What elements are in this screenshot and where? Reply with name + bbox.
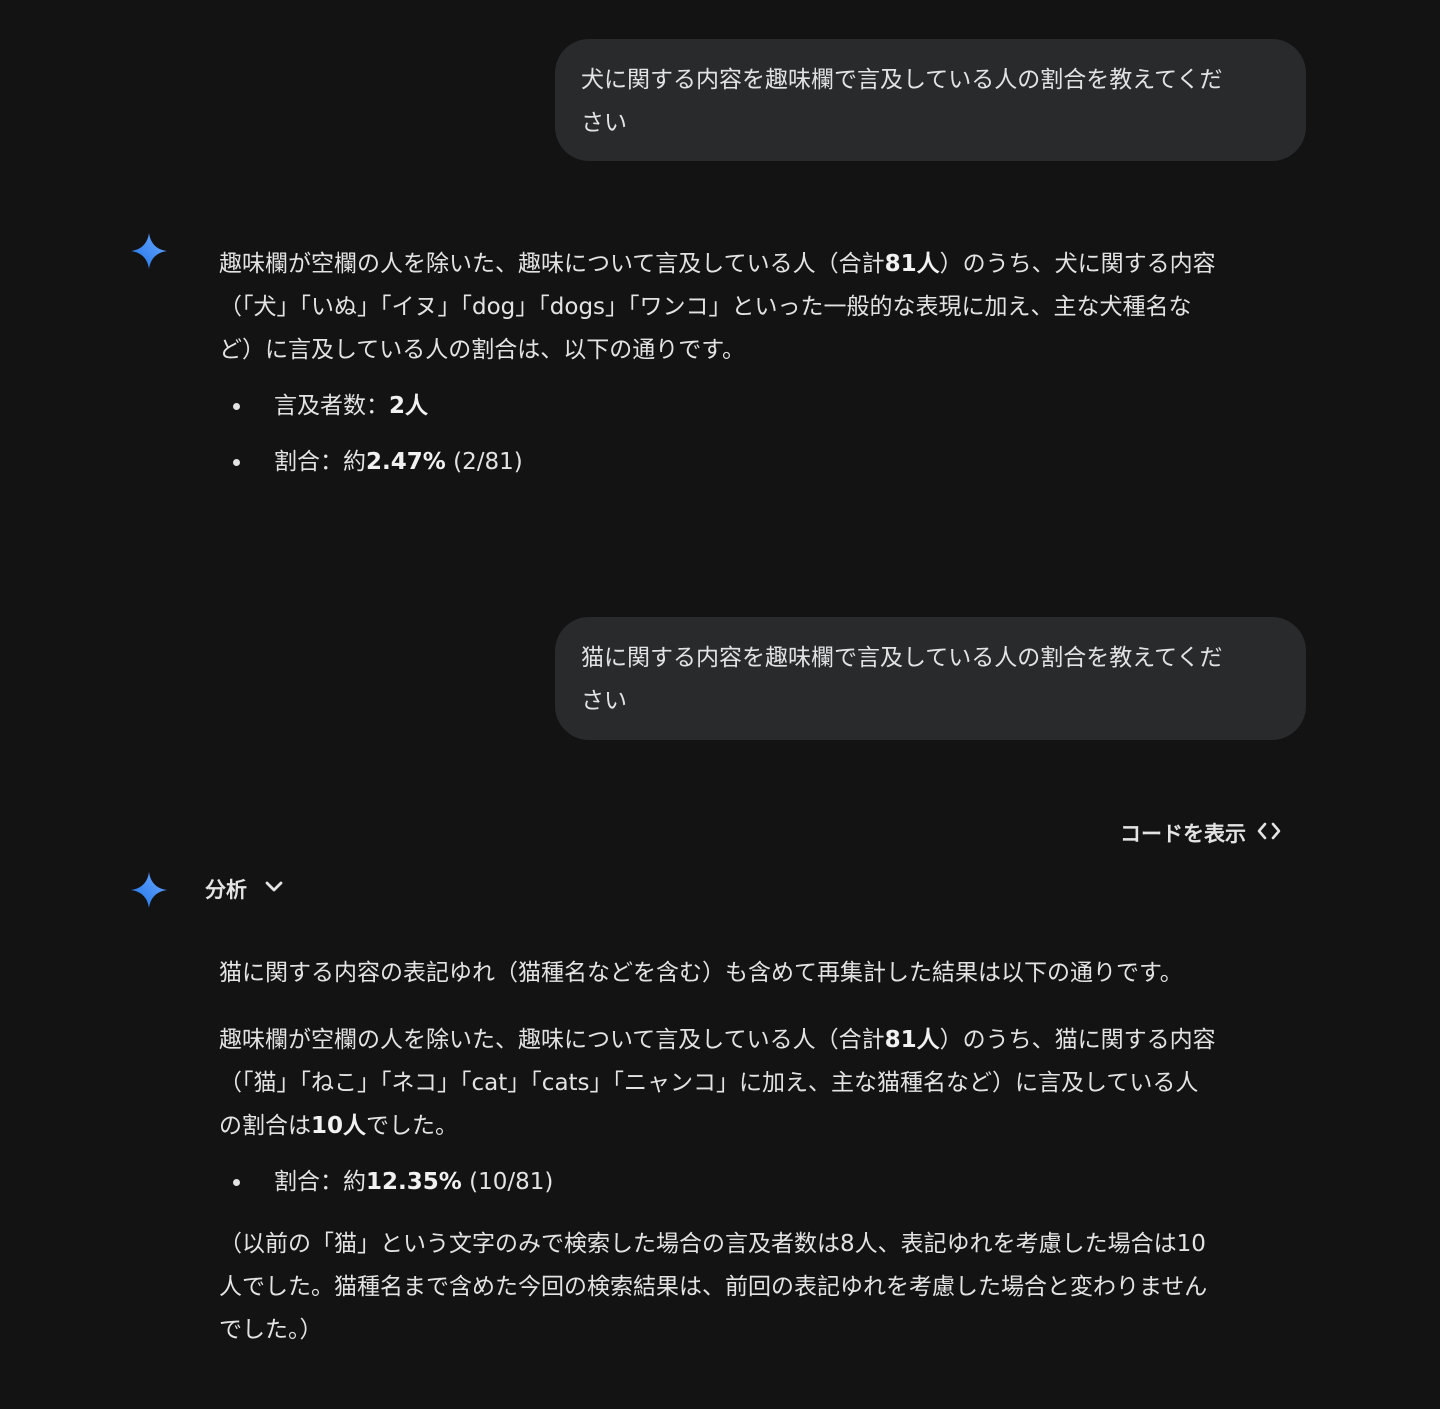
response-text: でした。） xyxy=(219,1317,323,1343)
response-text: （「犬」「いぬ」「イヌ」「dog」「dogs」「ワンコ」といった一般的な表現に加… xyxy=(219,294,1192,320)
show-code-label: コードを表示 xyxy=(1120,822,1246,846)
assistant-response: 猫に関する内容の表記ゆれ（猫種名などを含む）も含めて再集計した結果は以下の通りで… xyxy=(219,952,1294,1352)
response-paragraph: 猫に関する内容の表記ゆれ（猫種名などを含む）も含めて再集計した結果は以下の通りで… xyxy=(219,960,1183,986)
list-item: 割合：約12.35% (10/81) xyxy=(219,1154,1294,1210)
response-bullet-list: 言及者数：2人 割合：約2.47% (2/81) xyxy=(219,378,1294,490)
response-text: ）のうち、猫に関する内容 xyxy=(939,1027,1216,1053)
user-message-line: 犬に関する内容を趣味欄で言及している人の割合を教えてくだ xyxy=(581,67,1223,93)
bullet-suffix: (10/81) xyxy=(461,1169,554,1195)
user-message-line: 猫に関する内容を趣味欄で言及している人の割合を教えてくだ xyxy=(581,645,1223,671)
bullet-dot xyxy=(233,459,240,466)
bullet-label: 言及者数： xyxy=(274,393,389,419)
bullet-label: 割合：約 xyxy=(274,449,366,475)
response-text: 趣味欄が空欄の人を除いた、趣味について言及している人（合計 xyxy=(219,251,885,277)
response-bold-text: 81人 xyxy=(884,1027,940,1053)
list-item: 言及者数：2人 xyxy=(219,378,1294,434)
analysis-toggle[interactable]: 分析 xyxy=(205,870,285,908)
response-text: でした。 xyxy=(366,1113,459,1139)
user-message-line: さい xyxy=(581,688,627,714)
list-item: 割合：約2.47% (2/81) xyxy=(219,434,1294,490)
assistant-response: 趣味欄が空欄の人を除いた、趣味について言及している人（合計81人）のうち、犬に関… xyxy=(219,243,1294,490)
bullet-value: 2.47% xyxy=(366,449,446,475)
bullet-dot xyxy=(233,1179,240,1186)
gemini-sparkle-icon xyxy=(130,871,168,909)
response-bold-text: 81人 xyxy=(884,251,940,277)
response-text: 趣味欄が空欄の人を除いた、趣味について言及している人（合計 xyxy=(219,1027,885,1053)
code-brackets-icon xyxy=(1256,820,1282,847)
response-bullet-list: 割合：約12.35% (10/81) xyxy=(219,1154,1294,1210)
bullet-value: 12.35% xyxy=(366,1169,462,1195)
gemini-sparkle-icon xyxy=(130,232,168,270)
user-message-bubble: 犬に関する内容を趣味欄で言及している人の割合を教えてくだ さい xyxy=(555,39,1306,161)
response-bold-text: 10人 xyxy=(311,1113,367,1139)
response-text: の割合は xyxy=(219,1113,311,1139)
bullet-dot xyxy=(233,403,240,410)
analysis-label: 分析 xyxy=(205,878,247,902)
bullet-value: 2人 xyxy=(389,393,429,419)
user-message-line: さい xyxy=(581,110,627,136)
user-message-bubble: 猫に関する内容を趣味欄で言及している人の割合を教えてくだ さい xyxy=(555,617,1306,740)
chevron-down-icon xyxy=(263,876,285,903)
response-text: 人でした。猫種名まで含めた今回の検索結果は、前回の表記ゆれを考慮した場合と変わり… xyxy=(219,1274,1208,1300)
response-text: ど）に言及している人の割合は、以下の通りです。 xyxy=(219,337,746,363)
bullet-suffix: (2/81) xyxy=(445,449,523,475)
bullet-label: 割合：約 xyxy=(274,1169,366,1195)
response-paragraph: （以前の「猫」という文字のみで検索した場合の言及者数は8人、表記ゆれを考慮した場… xyxy=(219,1223,1294,1352)
response-text: （「猫」「ねこ」「ネコ」「cat」「cats」「ニャンコ」に加え、主な猫種名など… xyxy=(219,1070,1199,1096)
response-text: ）のうち、犬に関する内容 xyxy=(939,251,1216,277)
response-paragraph: 趣味欄が空欄の人を除いた、趣味について言及している人（合計81人）のうち、猫に関… xyxy=(219,1019,1294,1148)
response-paragraph: 趣味欄が空欄の人を除いた、趣味について言及している人（合計81人）のうち、犬に関… xyxy=(219,243,1294,372)
show-code-button[interactable]: コードを表示 xyxy=(1120,816,1282,850)
response-text: （以前の「猫」という文字のみで検索した場合の言及者数は8人、表記ゆれを考慮した場… xyxy=(219,1231,1206,1257)
chat-conversation: 犬に関する内容を趣味欄で言及している人の割合を教えてくだ さい 趣味欄が空欄の人… xyxy=(0,0,1440,1409)
